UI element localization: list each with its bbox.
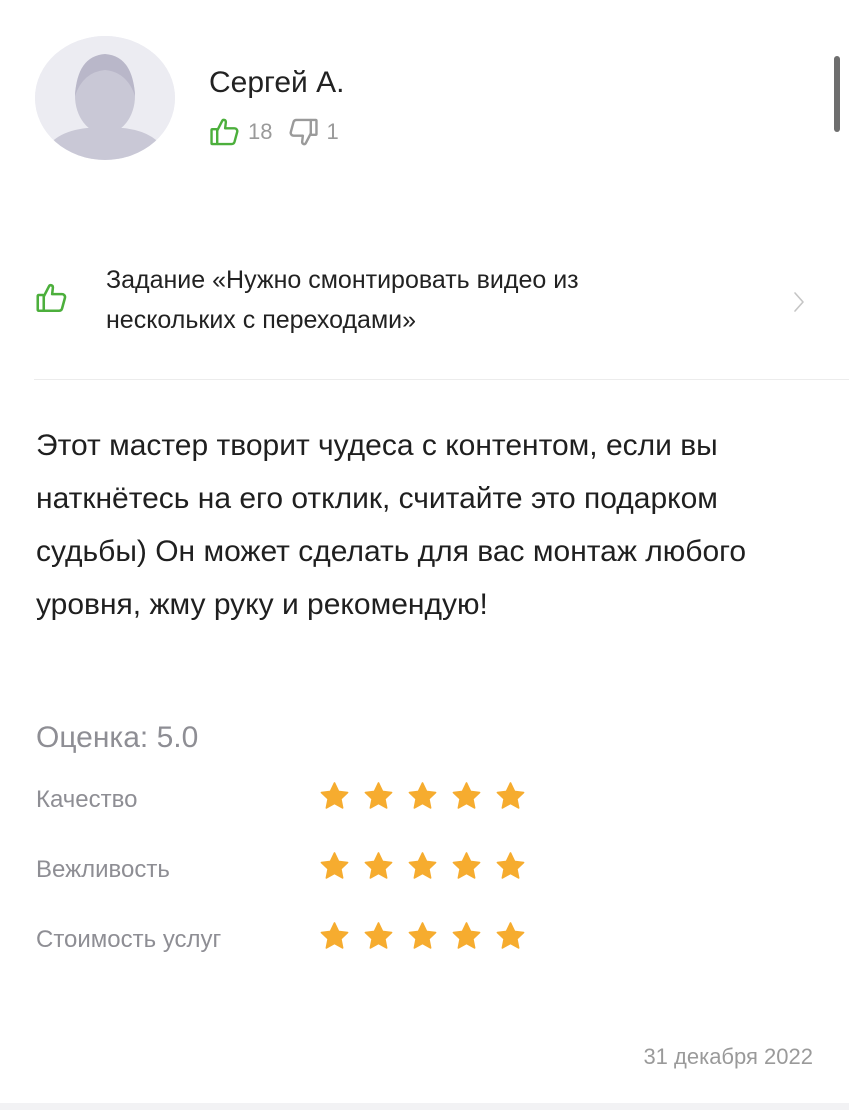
- criteria-row-politeness: Вежливость: [0, 850, 849, 890]
- star-icon: [364, 782, 393, 809]
- star-icon: [452, 782, 481, 809]
- default-user-icon: [35, 36, 175, 160]
- thumbs-down-icon: [286, 115, 320, 149]
- star-icon: [452, 852, 481, 879]
- star-icon: [408, 852, 437, 879]
- author-votes: 18 1: [208, 114, 339, 150]
- criteria-row-price: Стоимость услуг: [0, 920, 849, 960]
- criteria-label: Качество: [36, 786, 138, 813]
- task-link[interactable]: Задание «Нужно смонтировать видео из нес…: [0, 258, 849, 358]
- star-icon: [496, 782, 525, 809]
- review-text: Этот мастер творит чудеса с контентом, е…: [36, 429, 747, 621]
- scrollbar[interactable]: [834, 56, 840, 132]
- star-rating: [318, 850, 527, 883]
- star-icon: [496, 852, 525, 879]
- likes-count: 18: [248, 119, 273, 144]
- thumbs-up-icon: [34, 280, 70, 321]
- chevron-right-icon: [793, 290, 805, 321]
- task-title-line: нескольких с переходами»: [106, 306, 417, 334]
- task-title-line: Задание «Нужно смонтировать видео из: [106, 266, 579, 294]
- task-title: Задание «Нужно смонтировать видео из нес…: [106, 260, 746, 340]
- dislikes-counter: 1: [286, 115, 339, 149]
- likes-counter: 18: [208, 115, 272, 149]
- author-name[interactable]: Сергей А.: [209, 64, 344, 102]
- thumbs-up-icon: [208, 115, 242, 149]
- next-card-edge: [0, 1103, 849, 1110]
- criteria-label: Вежливость: [36, 856, 170, 883]
- star-rating: [318, 780, 527, 813]
- star-icon: [364, 922, 393, 949]
- divider: [34, 379, 849, 380]
- star-rating: [318, 920, 527, 953]
- criteria-label: Стоимость услуг: [36, 926, 222, 953]
- overall-rating: Оценка: 5.0: [36, 721, 199, 754]
- star-icon: [320, 922, 349, 949]
- star-icon: [408, 922, 437, 949]
- criteria-row-quality: Качество: [0, 780, 849, 820]
- star-icon: [452, 922, 481, 949]
- star-icon: [364, 852, 393, 879]
- star-icon: [320, 782, 349, 809]
- star-icon: [408, 782, 437, 809]
- star-icon: [496, 922, 525, 949]
- dislikes-count: 1: [326, 119, 339, 144]
- avatar: [35, 36, 175, 160]
- review-date: 31 декабря 2022: [643, 1044, 813, 1069]
- star-icon: [320, 852, 349, 879]
